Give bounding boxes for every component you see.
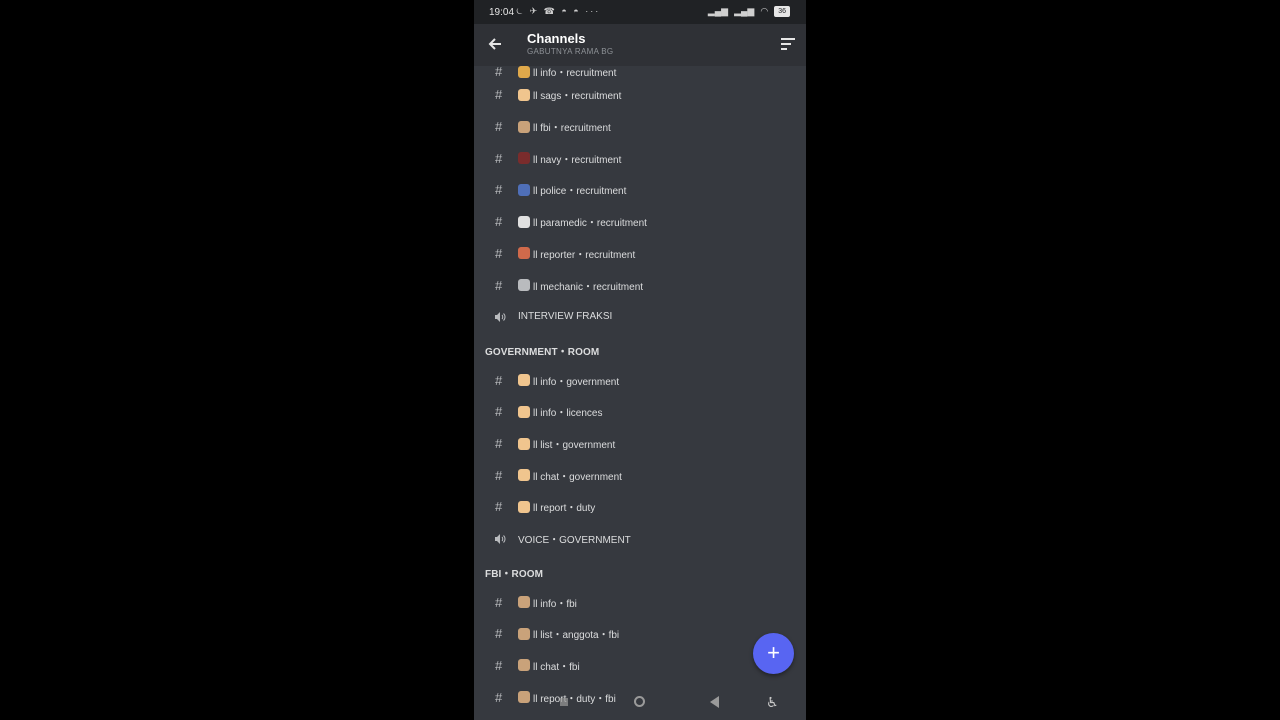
channel-emoji-icon [518,279,530,292]
text-channel-row[interactable]: # ll police・recruitment [474,174,806,206]
hash-icon: # [495,436,503,452]
channel-label: ll chat・government [533,471,622,483]
hash-icon: # [495,182,503,198]
channel-label: ll mechanic・recruitment [533,281,644,293]
channel-label: ll info・recruitment [533,68,617,80]
hash-icon: # [495,87,503,103]
hash-icon: # [495,150,503,166]
system-nav-bar: ♿ [474,690,806,714]
text-channel-row[interactable]: # ll navy・recruitment [474,142,806,174]
hash-icon: # [495,372,503,388]
arrow-left-icon[interactable] [486,35,504,53]
channel-emoji-icon [518,120,530,133]
channel-label: INTERVIEW FRAKSI [518,311,613,323]
hash-icon: # [495,594,503,610]
channel-label: ll reporter・recruitment [533,249,636,261]
channel-emoji-icon [518,627,530,640]
channel-emoji-icon [518,374,530,387]
text-channel-row[interactable]: # ll info・licences [474,396,806,428]
channel-label: ll chat・fbi [533,661,580,673]
channel-emoji-icon [518,66,530,78]
channel-emoji-icon [518,247,530,260]
category-fbi-room[interactable]: FBI・ROOM [485,565,543,580]
wifi-icon: ◠ [760,6,769,16]
text-channel-row[interactable]: # ll fbi・recruitment [474,111,806,143]
status-right: ▂▄▆ ▂▄▆ ◠ 36 [708,6,790,17]
text-channel-row[interactable]: # ll reporter・recruitment [474,238,806,270]
category-government-room[interactable]: GOVERNMENT・ROOM [485,343,599,358]
channel-emoji-icon [518,659,530,672]
hash-icon: # [495,657,503,673]
channel-label: ll fbi・recruitment [533,123,611,135]
signal-icon-2: ▂▄▆ [734,6,755,16]
channel-emoji-icon [518,88,530,101]
text-channel-row[interactable]: # ll info・fbi [474,586,806,618]
hash-icon: # [495,119,503,135]
channel-list[interactable]: # ll info・recruitment # ll sags・recruitme… [474,66,806,720]
voice-channel-row[interactable]: INTERVIEW FRAKSI [474,301,806,333]
channel-label: ll info・licences [533,408,603,420]
channel-emoji-icon [518,437,530,450]
text-channel-row[interactable]: # ll mechanic・recruitment [474,269,806,301]
notification-icons: ⏾ ✈ ☎ ◓ ◓ ··· [516,6,601,16]
channels-header: Channels GABUTNYA RAMA BG [474,24,806,66]
channel-emoji-icon [518,152,530,165]
accessibility-icon[interactable]: ♿ [766,694,779,711]
home-icon[interactable] [634,696,645,707]
text-channel-row[interactable]: # ll info・government [474,364,806,396]
speaker-icon [494,311,506,323]
channel-emoji-icon [518,405,530,418]
sort-icon[interactable] [781,38,795,53]
text-channel-row[interactable]: # ll list・government [474,428,806,460]
channel-emoji-icon [518,215,530,228]
channel-emoji-icon [518,596,530,609]
channel-label: ll list・anggota・fbi [533,630,620,642]
server-name: GABUTNYA RAMA BG [527,47,614,56]
status-time: 19:04 [489,7,515,18]
channel-label: ll navy・recruitment [533,154,622,166]
channel-label: ll report・duty [533,503,596,515]
hash-icon: # [495,404,503,420]
hash-icon: # [495,245,503,261]
voice-channel-row[interactable]: VOICE・GOVERNMENT [474,523,806,555]
channel-label: VOICE・GOVERNMENT [518,535,631,547]
hash-icon: # [495,499,503,515]
channel-label: ll sags・recruitment [533,91,622,103]
text-channel-row[interactable]: # ll paramedic・recruitment [474,206,806,238]
channel-label: ll police・recruitment [533,186,627,198]
status-bar: 19:04 ⏾ ✈ ☎ ◓ ◓ ··· ▂▄▆ ▂▄▆ ◠ 36 [474,0,806,24]
channel-label: ll info・government [533,376,620,388]
battery-icon: 36 [774,6,790,17]
back-triangle-icon[interactable] [710,696,719,708]
channel-label: ll paramedic・recruitment [533,218,647,230]
text-channel-row[interactable]: # ll report・duty [474,491,806,523]
recents-icon[interactable] [560,698,568,706]
text-channel-row[interactable]: # ll sags・recruitment [474,79,806,111]
channel-emoji-icon [518,500,530,513]
channel-emoji-icon [518,183,530,196]
phone-screen: 19:04 ⏾ ✈ ☎ ◓ ◓ ··· ▂▄▆ ▂▄▆ ◠ 36 Channel… [474,0,806,720]
signal-icon: ▂▄▆ [707,6,729,16]
hash-icon: # [495,277,503,293]
plus-icon[interactable]: + [753,633,794,674]
text-channel-row[interactable]: # ll chat・government [474,459,806,491]
hash-icon: # [495,214,503,230]
speaker-icon [494,533,506,545]
channel-label: ll list・government [533,440,616,452]
page-title: Channels [527,31,586,46]
hash-icon: # [495,626,503,642]
channel-emoji-icon [518,469,530,482]
hash-icon: # [495,66,503,80]
channel-label: ll info・fbi [533,598,577,610]
hash-icon: # [495,467,503,483]
